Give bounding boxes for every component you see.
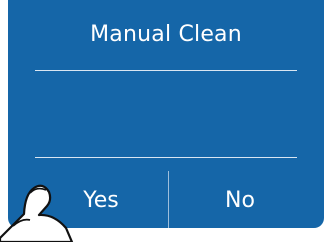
device-frame: Manual Clean Yes No xyxy=(0,0,324,242)
hand-pointer-icon xyxy=(0,184,74,242)
dialog-title: Manual Clean xyxy=(90,22,242,47)
button-separator xyxy=(168,171,169,228)
button-divider xyxy=(35,157,297,158)
title-divider xyxy=(35,70,297,71)
no-button[interactable]: No xyxy=(180,172,300,228)
